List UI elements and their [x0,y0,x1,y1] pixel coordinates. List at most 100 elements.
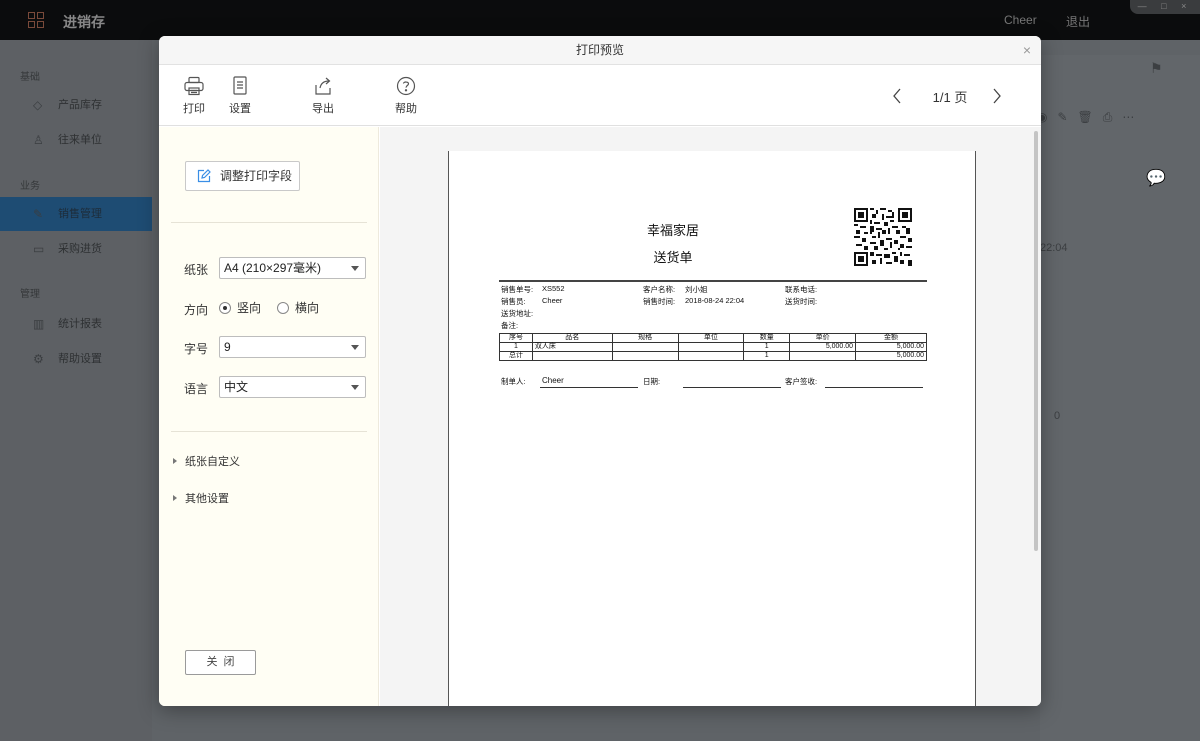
page-navigator: 1/1 页 [887,84,1007,108]
items-table: 序号 品名 规格 单位 数量 单价 金额 1 双人床 1 5,000.00 5,… [499,333,927,361]
custom-paper-expander[interactable]: 纸张自定义 [173,453,240,469]
orientation-label: 方向 [184,303,209,317]
help-label: 帮助 [395,103,417,115]
table-cell [677,342,745,352]
app-title: 进销存 [63,14,105,30]
table-row: 1 双人床 1 5,000.00 5,000.00 [499,342,927,352]
meta-delivery-time: 送货时间: [785,297,818,306]
next-page-icon[interactable] [987,84,1007,108]
sign-date-label: 日期: [643,377,661,386]
table-header: 序号 [499,333,533,343]
radio-checked-icon [219,302,231,314]
sidebar-item-reports[interactable]: ▥ 统计报表 [0,307,152,341]
print-label: 打印 [183,103,205,115]
meta-sale-time: 销售时间: 2018-08-24 22:04 [643,296,745,306]
orientation-portrait-radio[interactable]: 竖向 [219,300,261,316]
paper-select[interactable]: A4 (210×297毫米) [219,257,366,279]
sidebar-item-label: 采购进货 [58,243,102,255]
meta-customer: 客户名称: 刘小姐 [643,285,708,294]
dialog-title: 打印预览 [575,43,624,57]
edit-icon: ✎ [33,207,44,221]
font-size-label: 字号 [184,342,209,356]
orientation-group: 竖向 横向 [219,300,369,316]
app-titlebar: 进销存 Cheer 退出 — □ × [0,0,1200,40]
orientation-portrait-label: 竖向 [237,301,262,315]
window-controls[interactable]: — □ × [1130,0,1200,14]
divider [171,431,367,432]
edit-icon [197,169,211,183]
page-indicator: 1/1 页 [932,90,968,105]
print-button[interactable]: 打印 [183,76,205,116]
flag-icon[interactable]: ⚑ [1150,60,1163,77]
table-header: 数量 [743,333,791,343]
language-select[interactable]: 中文 [219,376,366,398]
printer-icon [184,76,204,96]
prev-page-icon[interactable] [887,84,907,108]
sidebar-item-inventory[interactable]: ◇ 产品库存 [0,88,152,122]
radio-unchecked-icon [277,302,289,314]
adjust-print-fields-label: 调整打印字段 [220,169,293,183]
sidebar-group-management: 管理 [20,289,40,300]
custom-paper-label: 纸张自定义 [185,456,240,468]
logout-link[interactable]: 退出 [1066,13,1090,30]
sidebar-item-sales[interactable]: ✎ 销售管理 [0,197,152,231]
language-value: 中文 [224,380,249,394]
table-cell: 1 [743,342,791,352]
meta-phone: 联系电话: [785,285,818,294]
close-icon[interactable]: × [1023,36,1031,65]
font-size-value: 9 [224,340,231,354]
qr-code-icon [854,208,912,266]
preview-area: 幸福家居 送货单 销售单号: XS552 客户名称: 刘小姐 联系电话: 销售员… [380,127,1041,706]
export-label: 导出 [312,103,334,115]
settings-button[interactable]: 设置 [229,76,251,116]
record-actions[interactable]: ◉ ✎ 🗑 ⎙ ⋯ [1037,110,1134,125]
time-fragment: 22:04 [1040,242,1068,254]
table-cell [677,351,745,361]
document-divider [499,280,927,282]
tag-icon: ◇ [33,98,43,112]
table-cell: 1 [743,351,791,361]
paper-value: A4 (210×297毫米) [224,261,322,275]
other-settings-label: 其他设置 [185,493,229,505]
font-size-select[interactable]: 9 [219,336,366,358]
document-title: 送货单 [653,250,693,265]
app-sidebar: 基础 ◇ 产品库存 ♙ 往来单位 业务 ✎ 销售管理 ▭ 采购进货 管理 ▥ 统… [0,40,152,741]
preview-page: 幸福家居 送货单 销售单号: XS552 客户名称: 刘小姐 联系电话: 销售员… [448,151,976,706]
adjust-print-fields-button[interactable]: 调整打印字段 [185,161,300,191]
sign-line [825,387,923,388]
language-label: 语言 [184,382,209,396]
orientation-landscape-radio[interactable]: 横向 [277,300,319,316]
sidebar-item-label: 往来单位 [58,134,102,146]
bar-chart-icon: ▥ [33,317,45,331]
preview-scrollbar[interactable] [1034,131,1038,551]
table-header: 单位 [677,333,745,343]
table-cell: 1 [499,342,533,352]
preview-toolbar: 打印 设置 导出 帮助 1/1 页 [159,66,1041,126]
sidebar-item-help[interactable]: ⚙ 帮助设置 [0,342,152,376]
current-user[interactable]: Cheer [1004,13,1037,27]
table-cell: 5,000.00 [789,342,857,352]
sign-maker: 制单人: Cheer [501,376,564,386]
print-preview-dialog: 打印预览 × 打印 设置 导出 帮助 1/1 页 调整打印字段 纸张 A4 (2… [159,36,1041,706]
other-settings-expander[interactable]: 其他设置 [173,490,229,506]
dialog-header: 打印预览 × [159,36,1041,65]
sidebar-item-contacts[interactable]: ♙ 往来单位 [0,123,152,157]
table-cell: 双人床 [531,342,613,352]
close-button[interactable]: 关闭 [185,650,256,675]
meta-remark: 备注: [501,321,519,330]
table-header: 品名 [531,333,613,343]
table-header-row: 序号 品名 规格 单位 数量 单价 金额 [499,333,927,343]
chat-icon[interactable]: 💬 [1146,168,1166,188]
export-button[interactable]: 导出 [312,76,334,116]
caret-right-icon [173,495,177,501]
caret-right-icon [173,458,177,464]
app-logo-icon [28,12,44,28]
meta-order-no: 销售单号: XS552 [501,284,565,294]
sidebar-item-purchase[interactable]: ▭ 采购进货 [0,232,152,266]
print-settings-pane: 调整打印字段 纸张 A4 (210×297毫米) 方向 竖向 横向 字号 9 语… [159,127,379,706]
sidebar-item-label: 销售管理 [58,208,102,220]
chevron-down-icon [351,266,359,271]
sidebar-item-label: 帮助设置 [58,353,102,365]
contacts-icon: ♙ [33,133,44,147]
help-button[interactable]: 帮助 [395,76,417,116]
